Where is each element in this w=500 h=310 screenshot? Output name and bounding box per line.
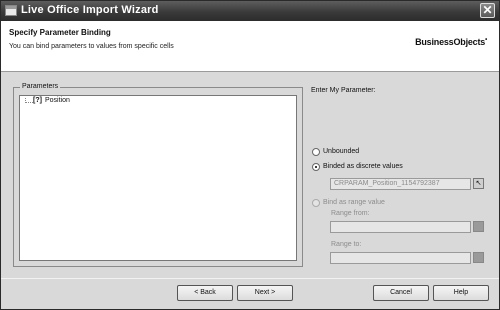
tree-connector	[25, 98, 33, 103]
main-panel: Parameters [?] Position Enter My Paramete…	[1, 73, 499, 278]
cell-picker-icon: ↖	[475, 180, 482, 187]
discrete-values-label: Binded as discrete values	[323, 163, 403, 170]
brand-text: BusinessObjects	[415, 37, 486, 47]
range-to-picker-button[interactable]	[473, 252, 484, 263]
wizard-header: Specify Parameter Binding You can bind p…	[1, 21, 499, 72]
parameter-icon: [?]	[33, 97, 42, 104]
cancel-button[interactable]: Cancel	[373, 285, 429, 301]
enter-parameter-heading: Enter My Parameter:	[311, 87, 376, 94]
range-from-field[interactable]	[330, 221, 471, 233]
help-button[interactable]: Help	[433, 285, 489, 301]
brand-mark: •	[485, 37, 487, 43]
footer-divider	[1, 278, 499, 279]
range-value-radio[interactable]	[312, 199, 320, 207]
unbounded-label: Unbounded	[323, 148, 360, 155]
brand-logo: BusinessObjects•	[415, 37, 487, 47]
range-to-field[interactable]	[330, 252, 471, 264]
page-title: Specify Parameter Binding	[9, 28, 111, 37]
range-to-label: Range to:	[331, 241, 362, 248]
range-value-label: Bind as range value	[323, 199, 385, 206]
parameters-legend: Parameters	[20, 83, 61, 90]
next-button[interactable]: Next >	[237, 285, 293, 301]
page-subtitle: You can bind parameters to values from s…	[9, 43, 174, 50]
range-from-picker-button[interactable]	[473, 221, 484, 232]
range-from-label: Range from:	[331, 210, 370, 217]
discrete-value-field[interactable]: CRPARAM_Position_1154792387	[330, 178, 471, 190]
parameters-tree[interactable]: [?] Position	[19, 95, 297, 261]
tree-item-label: Position	[44, 97, 70, 104]
title-bar[interactable]: Live Office Import Wizard ✕	[1, 1, 499, 21]
tree-item-position[interactable]: [?] Position	[33, 97, 70, 104]
select-cell-button[interactable]: ↖	[473, 178, 484, 189]
unbounded-radio[interactable]	[312, 148, 320, 156]
wizard-window: Live Office Import Wizard ✕ Specify Para…	[0, 0, 500, 310]
back-button[interactable]: < Back	[177, 285, 233, 301]
close-button[interactable]: ✕	[480, 3, 495, 18]
window-title: Live Office Import Wizard	[21, 4, 159, 16]
discrete-values-radio[interactable]	[312, 163, 320, 171]
parameters-group: Parameters [?] Position	[13, 83, 303, 267]
window-icon	[5, 5, 17, 16]
